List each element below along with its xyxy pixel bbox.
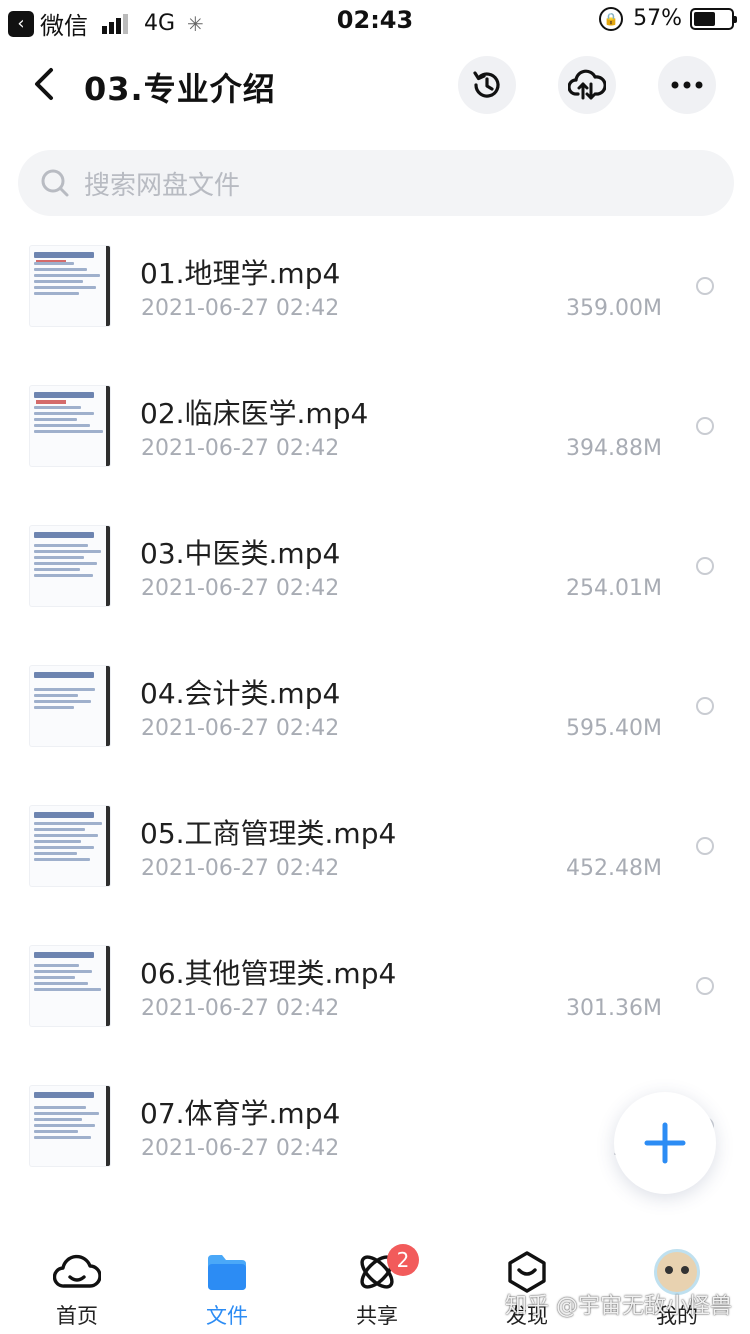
file-list: 01.地理学.mp4 2021-06-27 02:42 359.00M 02.临床医学… xyxy=(0,240,750,1220)
share-badge: 2 xyxy=(387,1244,419,1276)
file-size: 301.36M xyxy=(566,996,662,1021)
cloud-transfer-icon xyxy=(568,69,606,100)
file-row[interactable]: 01.地理学.mp4 2021-06-27 02:42 359.00M xyxy=(0,240,750,380)
status-right: 🔒 57% xyxy=(599,6,737,31)
video-thumbnail xyxy=(30,386,110,466)
battery-percent: 57% xyxy=(633,6,682,31)
more-dots-icon xyxy=(671,81,703,89)
tab-files[interactable]: 文件 xyxy=(167,1248,287,1330)
watermark: 知乎 @宇宙无敌小怪兽 xyxy=(505,1294,732,1319)
tab-home[interactable]: 首页 xyxy=(17,1248,137,1330)
add-button[interactable] xyxy=(614,1092,716,1194)
plus-icon xyxy=(644,1122,686,1164)
back-button[interactable] xyxy=(24,62,64,106)
cloud-icon xyxy=(53,1254,101,1288)
file-name: 06.其他管理类.mp4 xyxy=(140,957,397,990)
folder-icon xyxy=(208,1255,246,1290)
transfer-button[interactable] xyxy=(558,56,616,114)
file-row[interactable]: 06.其他管理类.mp4 2021-06-27 02:42 301.36M xyxy=(0,940,750,1080)
status-bar: ‹ 微信 4G ✳ 02:43 🔒 57% xyxy=(0,0,750,42)
file-date: 2021-06-27 02:42 xyxy=(141,576,340,601)
search-icon xyxy=(41,169,69,197)
more-button[interactable] xyxy=(658,56,716,114)
select-radio[interactable] xyxy=(696,697,714,715)
video-thumbnail xyxy=(30,526,110,606)
battery-icon xyxy=(690,7,737,30)
file-size: 595.40M xyxy=(566,716,662,741)
file-row[interactable]: 05.工商管理类.mp4 2021-06-27 02:42 452.48M xyxy=(0,800,750,940)
file-date: 2021-06-27 02:42 xyxy=(141,856,340,881)
file-date: 2021-06-27 02:42 xyxy=(141,996,340,1021)
file-name: 05.工商管理类.mp4 xyxy=(140,817,397,850)
tab-bar: 首页 文件 2 共享 发现 我的 知乎 @宇宙无敌小怪兽 xyxy=(0,1234,750,1334)
file-row[interactable]: 02.临床医学.mp4 2021-06-27 02:42 394.88M xyxy=(0,380,750,520)
select-radio[interactable] xyxy=(696,977,714,995)
page-title: 03.专业介绍 xyxy=(84,70,276,108)
video-thumbnail xyxy=(30,806,110,886)
file-name: 02.临床医学.mp4 xyxy=(140,397,369,430)
select-radio[interactable] xyxy=(696,417,714,435)
file-row[interactable]: 04.会计类.mp4 2021-06-27 02:42 595.40M xyxy=(0,660,750,800)
file-date: 2021-06-27 02:42 xyxy=(141,436,340,461)
history-button[interactable] xyxy=(458,56,516,114)
tab-home-label: 首页 xyxy=(56,1304,98,1328)
file-date: 2021-06-27 02:42 xyxy=(141,716,340,741)
video-thumbnail xyxy=(30,246,110,326)
file-name: 03.中医类.mp4 xyxy=(140,537,341,570)
rotation-lock-icon: 🔒 xyxy=(599,6,624,31)
file-name: 07.体育学.mp4 xyxy=(140,1097,341,1130)
history-icon xyxy=(473,71,500,98)
file-date: 2021-06-27 02:42 xyxy=(141,1136,340,1161)
video-thumbnail xyxy=(30,1086,110,1166)
select-radio[interactable] xyxy=(696,277,714,295)
select-radio[interactable] xyxy=(696,837,714,855)
file-name: 01.地理学.mp4 xyxy=(140,257,341,290)
search-input[interactable]: 搜索网盘文件 xyxy=(18,150,734,216)
file-size: 254.01M xyxy=(566,576,662,601)
file-size: 452.48M xyxy=(566,856,662,881)
tab-share[interactable]: 2 共享 xyxy=(317,1244,437,1330)
video-thumbnail xyxy=(30,946,110,1026)
video-thumbnail xyxy=(30,666,110,746)
file-row[interactable]: 03.中医类.mp4 2021-06-27 02:42 254.01M xyxy=(0,520,750,660)
search-placeholder: 搜索网盘文件 xyxy=(84,170,241,201)
header: 03.专业介绍 xyxy=(0,50,750,120)
file-name: 04.会计类.mp4 xyxy=(140,677,341,710)
select-radio[interactable] xyxy=(696,557,714,575)
file-size: 394.88M xyxy=(566,436,662,461)
file-size: 359.00M xyxy=(566,296,662,321)
tab-share-label: 共享 xyxy=(356,1304,398,1328)
chevron-left-icon xyxy=(35,68,53,100)
tab-files-label: 文件 xyxy=(206,1304,248,1328)
file-date: 2021-06-27 02:42 xyxy=(141,296,340,321)
